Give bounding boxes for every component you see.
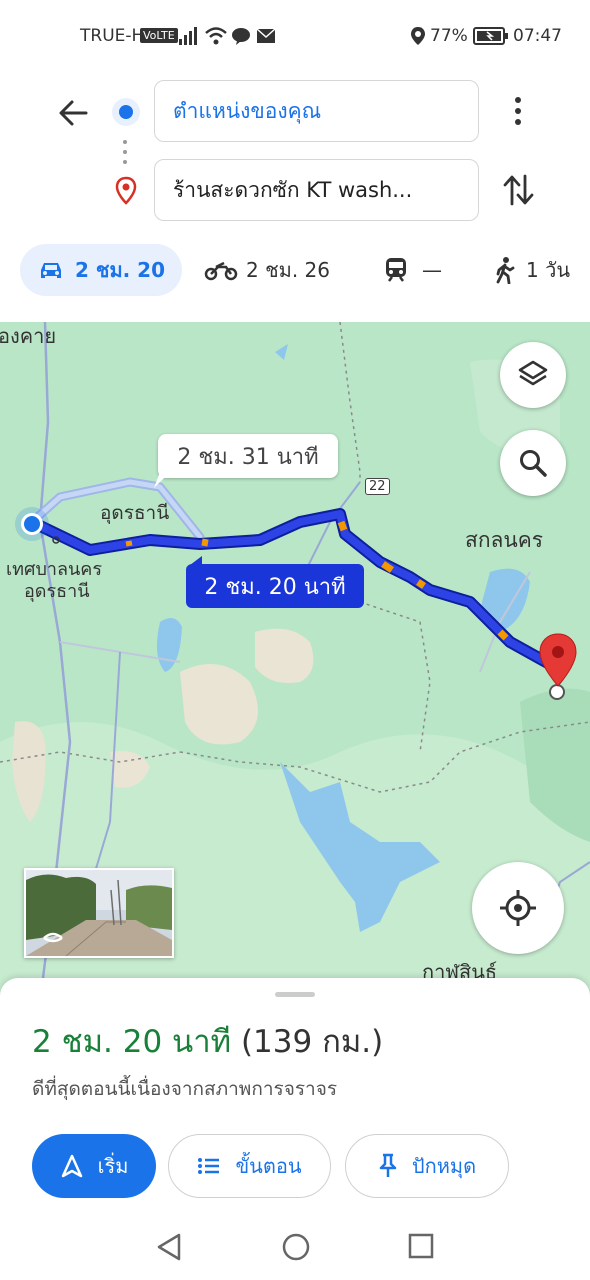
map-label-sakon-nakhon: สกลนคร: [465, 528, 544, 552]
location-status-icon: [411, 27, 425, 45]
swap-icon[interactable]: [500, 172, 536, 208]
route-distance: (139 กม.): [240, 1024, 384, 1060]
mode-transit-label: —: [422, 258, 442, 282]
my-location-button[interactable]: [472, 862, 564, 954]
drag-handle[interactable]: [275, 992, 315, 997]
nav-back-icon[interactable]: [155, 1232, 183, 1262]
layers-button[interactable]: [500, 342, 566, 408]
steps-button[interactable]: ขั้นตอน: [168, 1134, 331, 1198]
origin-dot-icon: [112, 98, 140, 126]
pin-icon: [379, 1153, 397, 1177]
origin-field[interactable]: ตำแหน่งของคุณ: [154, 80, 479, 142]
mode-transit-chip[interactable]: —: [384, 244, 454, 296]
pin-label: ปักหมุด: [411, 1154, 477, 1178]
motorbike-icon: [204, 261, 238, 281]
walk-icon: [496, 257, 515, 284]
start-button[interactable]: เริ่ม: [32, 1134, 156, 1198]
main-callout-tail: [186, 556, 202, 568]
mode-car-chip[interactable]: 2 ชม. 20: [20, 244, 182, 296]
map-label-nong-khai: องคาย: [0, 324, 57, 348]
steps-label: ขั้นตอน: [235, 1154, 302, 1178]
search-icon: [520, 450, 547, 477]
road-shield-22: 22: [365, 478, 390, 495]
nav-home-icon[interactable]: [281, 1232, 311, 1262]
mail-icon: [256, 28, 276, 43]
route-connector-dots: [123, 140, 127, 164]
more-options-icon[interactable]: [508, 94, 528, 128]
destination-pin-icon: [115, 176, 137, 205]
layers-icon: [518, 360, 548, 386]
search-map-button[interactable]: [500, 430, 566, 496]
street-view-rotate-icon: [43, 932, 63, 943]
navigation-arrow-icon: [61, 1154, 82, 1178]
signal-icon: [179, 27, 197, 45]
destination-field[interactable]: ร้านสะดวกซัก KT wash...: [154, 159, 479, 221]
list-icon: [198, 1158, 220, 1174]
mode-walk-label: 1 วัน: [526, 258, 570, 282]
clock: 07:47: [513, 26, 562, 46]
train-icon: [386, 258, 406, 282]
mode-walk-chip[interactable]: 1 วัน: [494, 244, 584, 296]
battery-percent: 77%: [430, 26, 468, 46]
nav-recents-icon[interactable]: [408, 1233, 434, 1259]
volte-badge: VoLTE: [140, 28, 178, 43]
wifi-icon: [205, 27, 227, 45]
destination-marker-icon[interactable]: [537, 632, 579, 688]
mode-motorbike-chip[interactable]: 2 ชม. 26: [204, 244, 344, 296]
map-view[interactable]: องคาย อุดรธานี เทศบาลนคร อุดรธานี สกลนคร…: [0, 322, 590, 1002]
carrier-label: TRUE-H: [80, 26, 145, 46]
alt-callout-tail: [154, 472, 170, 488]
route-time: 2 ชม. 20 นาที: [32, 1024, 232, 1060]
route-summary-line: 2 ชม. 20 นาที (139 กม.): [32, 1016, 383, 1066]
current-location-dot: [15, 507, 49, 541]
crosshair-icon: [500, 890, 536, 926]
mode-car-label: 2 ชม. 20: [74, 258, 166, 282]
line-app-icon: [232, 28, 250, 45]
battery-icon: [473, 27, 508, 45]
street-view-thumbnail[interactable]: [24, 868, 174, 958]
alt-route-callout[interactable]: 2 ชม. 31 นาที: [158, 434, 338, 478]
mode-motorbike-label: 2 ชม. 26: [246, 258, 331, 282]
start-label: เริ่ม: [97, 1154, 129, 1178]
map-label-tessaban-2: อุดรธานี: [24, 581, 90, 602]
back-arrow-icon[interactable]: [56, 96, 90, 130]
main-route-callout[interactable]: 2 ชม. 20 นาที: [186, 564, 364, 608]
route-note: ดีที่สุดตอนนี้เนื่องจากสภาพการจราจร: [32, 1078, 338, 1100]
status-bar: TRUE-H VoLTE 77% 07:47: [0, 0, 590, 72]
pin-button[interactable]: ปักหมุด: [345, 1134, 509, 1198]
car-icon: [40, 263, 61, 278]
map-label-udon: อุดรธานี: [100, 502, 170, 524]
